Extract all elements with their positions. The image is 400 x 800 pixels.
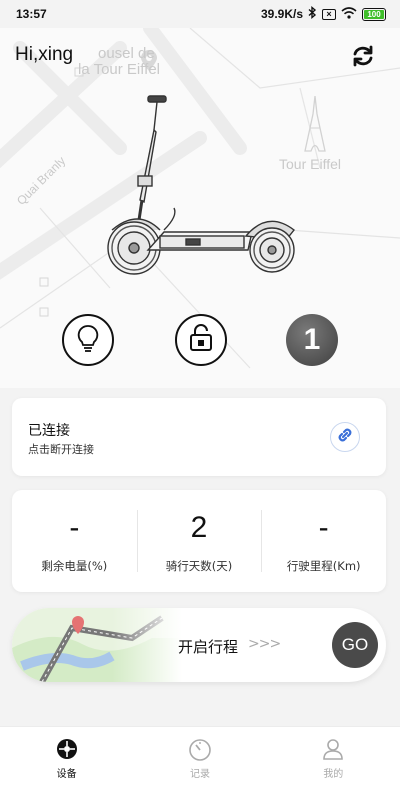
start-trip-card[interactable]: 开启行程 >>> GO [12, 608, 386, 682]
bluetooth-icon [308, 6, 317, 22]
wifi-icon [341, 6, 357, 22]
user-icon [323, 739, 344, 760]
battery-level: 100 [364, 9, 384, 19]
nav-item-records[interactable]: 记录 [133, 727, 266, 800]
sim-off-icon: × [322, 8, 336, 20]
nav-label: 记录 [189, 769, 210, 780]
greeting: Hi,xing [15, 44, 74, 65]
refresh-icon[interactable] [350, 43, 376, 69]
trip-map-illustration [12, 608, 182, 682]
chevrons-icon: >>> [248, 636, 281, 652]
stat-battery: - 剩余电量(%) [12, 490, 137, 592]
connection-status: 已连接 [28, 423, 70, 439]
map-label: la Tour Eiffel [78, 61, 160, 78]
network-speed: 39.9K/s [260, 7, 303, 21]
status-indicators: 39.9K/s × 100 [261, 6, 386, 22]
unlock-button[interactable] [175, 314, 227, 366]
connection-card[interactable]: 已连接 点击断开连接 [12, 398, 386, 476]
gear-level-button[interactable]: 1 [286, 314, 338, 366]
stat-label: 行驶里程(Km) [286, 559, 361, 573]
speedometer-icon [189, 739, 211, 761]
unlock-icon [187, 323, 215, 357]
stat-value: - [69, 511, 80, 544]
nav-item-profile[interactable]: 我的 [267, 727, 400, 800]
connection-hint: 点击断开连接 [28, 443, 94, 456]
stat-label: 骑行天数(天) [165, 559, 233, 573]
status-time: 13:57 [16, 7, 47, 21]
device-wheel-icon [56, 739, 77, 759]
stat-value: - [318, 511, 329, 544]
stat-label: 剩余电量(%) [41, 559, 108, 573]
status-bar: 13:57 39.9K/s × 100 [0, 0, 400, 28]
app-screen: 13:57 39.9K/s × 100 ousel de la Tour Eif… [0, 0, 400, 800]
map-hero: ousel de la Tour Eiffel Tour Eiffel Quai… [0, 28, 400, 388]
start-trip-label: 开启行程 [178, 638, 239, 656]
link-icon [336, 426, 354, 448]
disconnect-button[interactable] [330, 422, 360, 452]
go-button[interactable]: GO [332, 622, 378, 668]
nav-item-device[interactable]: 设备 [0, 727, 133, 800]
nav-label: 我的 [323, 769, 344, 780]
battery-icon: 100 [362, 7, 386, 21]
lightbulb-icon [75, 323, 101, 357]
nav-label: 设备 [56, 769, 77, 780]
bottom-nav: 设备 记录 我的 [0, 726, 400, 800]
stat-mileage: - 行驶里程(Km) [261, 490, 386, 592]
stat-value: 2 [190, 511, 208, 544]
stat-riding-days: 2 骑行天数(天) [136, 490, 262, 592]
map-label: ousel de [98, 45, 155, 62]
stats-card: - 剩余电量(%) 2 骑行天数(天) - 行驶里程(Km) [12, 490, 386, 592]
light-button[interactable] [62, 314, 114, 366]
scooter-image [107, 95, 295, 275]
